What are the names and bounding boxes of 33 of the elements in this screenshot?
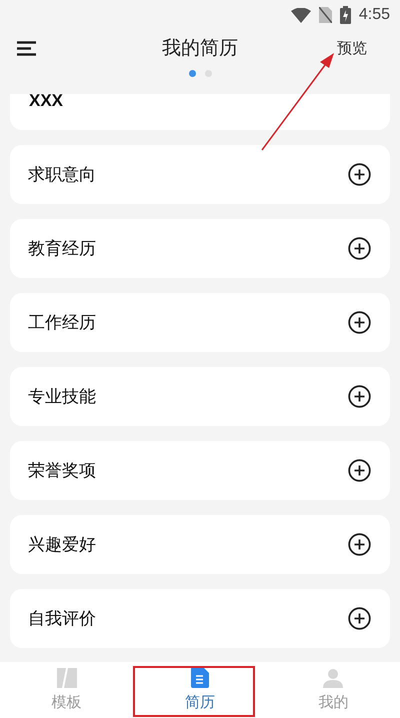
- battery-icon: [340, 6, 351, 24]
- menu-icon[interactable]: [17, 41, 36, 56]
- add-icon[interactable]: [348, 459, 371, 482]
- status-time: 4:55: [358, 5, 390, 25]
- section-title: 荣誉奖项: [28, 460, 96, 482]
- section-card[interactable]: 工作经历: [10, 293, 390, 352]
- section-title: 专业技能: [28, 386, 96, 408]
- section-card[interactable]: 自我评价: [10, 589, 390, 648]
- section-card[interactable]: 教育经历: [10, 219, 390, 278]
- add-icon[interactable]: [348, 533, 371, 556]
- add-icon[interactable]: [348, 385, 371, 408]
- person-icon: [323, 668, 344, 688]
- preview-button[interactable]: 预览: [337, 38, 367, 60]
- no-sim-icon: [318, 7, 332, 23]
- section-title: 兴趣爱好: [28, 534, 96, 556]
- section-title: 教育经历: [28, 238, 96, 260]
- section-card[interactable]: 求职意向: [10, 145, 390, 204]
- section-card[interactable]: 兴趣爱好: [10, 515, 390, 574]
- add-icon[interactable]: [348, 311, 371, 334]
- section-title: 自我评价: [28, 608, 96, 630]
- section-title: 工作经历: [28, 312, 96, 334]
- add-icon[interactable]: [348, 237, 371, 260]
- page-title: 我的简历: [162, 36, 238, 61]
- tab-bar-item[interactable]: 简历: [133, 662, 267, 718]
- add-icon[interactable]: [348, 163, 371, 186]
- name-text: XXX: [29, 92, 64, 110]
- add-icon[interactable]: [348, 607, 371, 630]
- section-card[interactable]: 专业技能: [10, 367, 390, 426]
- wifi-icon: [290, 8, 311, 22]
- section-title: 求职意向: [28, 164, 96, 186]
- document-icon: [190, 666, 209, 688]
- template-icon: [56, 668, 77, 688]
- section-card[interactable]: 荣誉奖项: [10, 441, 390, 500]
